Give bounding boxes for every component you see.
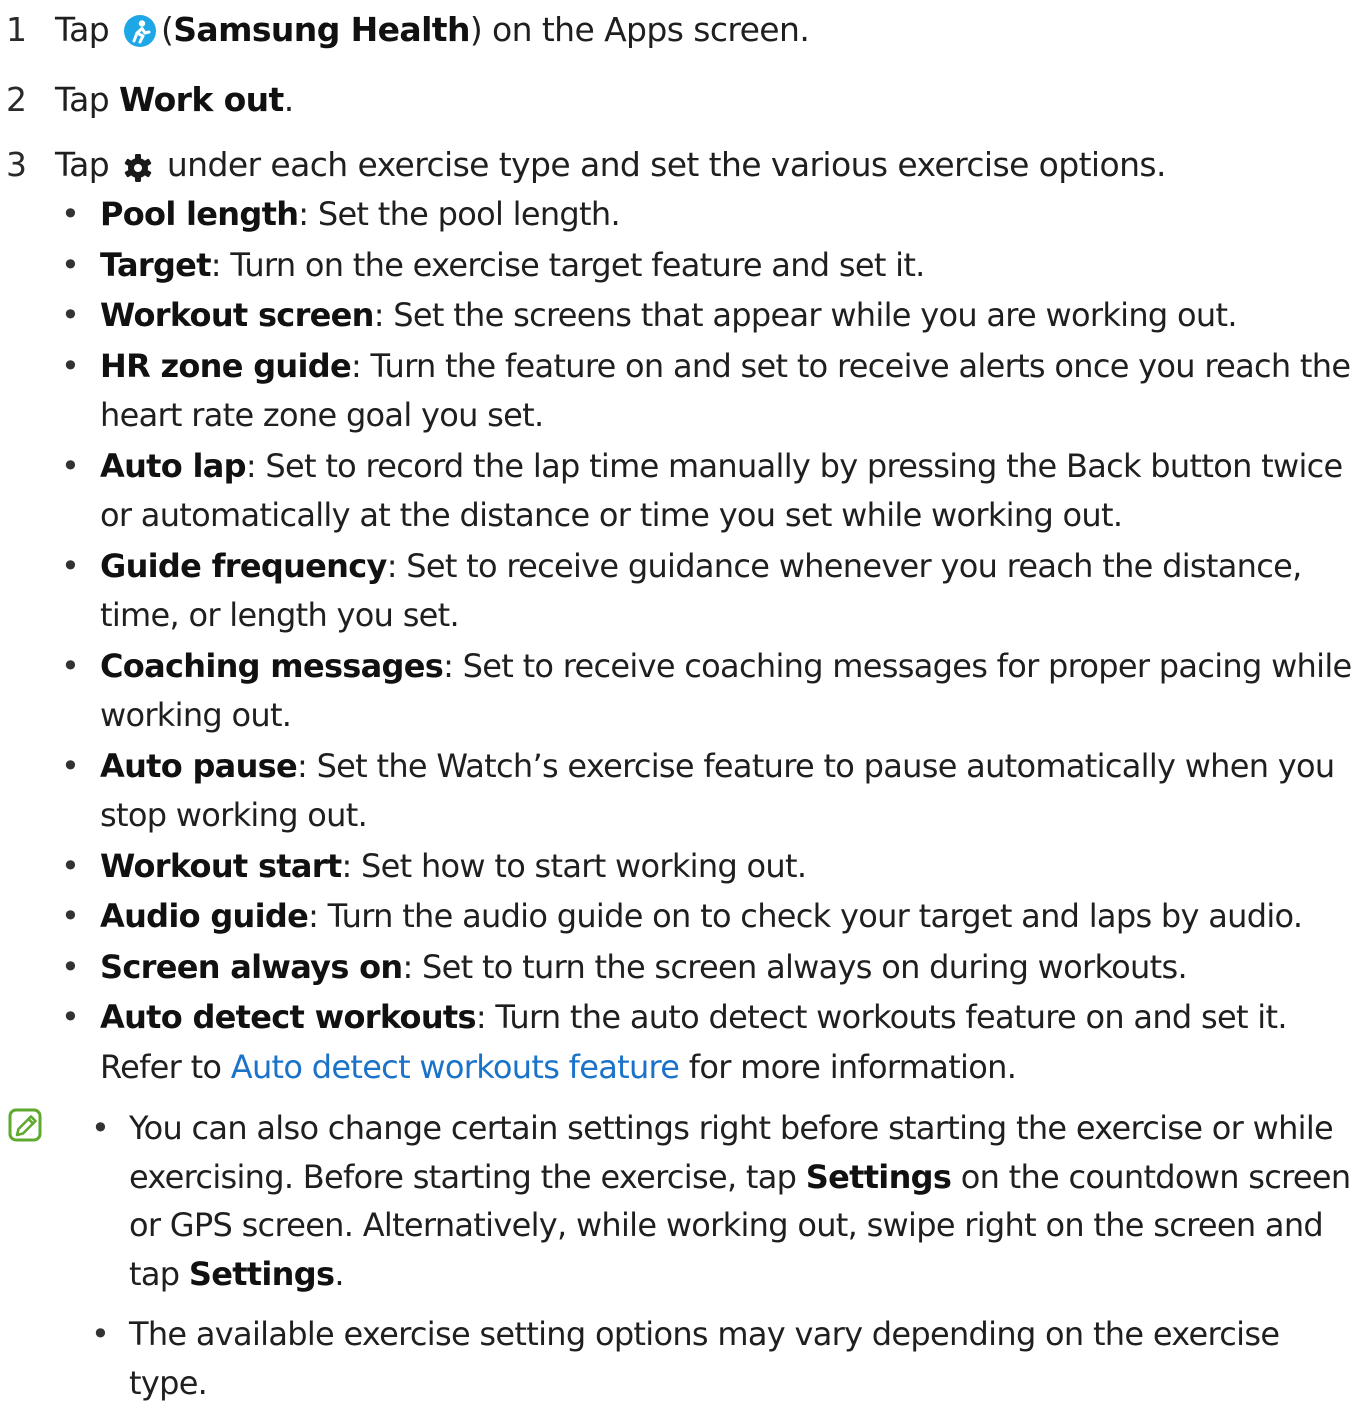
option-name: Auto pause xyxy=(100,746,298,785)
option-desc: : Set to record the lap time manually by… xyxy=(100,446,1343,535)
note-text: . xyxy=(334,1254,344,1293)
exercise-options-list: Pool length: Set the pool length. Target… xyxy=(58,190,1358,1093)
option-name: Guide frequency xyxy=(100,546,387,585)
auto-detect-workouts-link[interactable]: Auto detect workouts feature xyxy=(231,1048,680,1086)
list-item: Coaching messages: Set to receive coachi… xyxy=(58,642,1358,741)
option-name: HR zone guide xyxy=(100,346,352,385)
option-desc: : Set the screens that appear while you … xyxy=(373,296,1238,334)
note-item: You can also change certain settings rig… xyxy=(88,1104,1358,1298)
option-name: Workout screen xyxy=(100,296,374,334)
list-item: Target: Turn on the exercise target feat… xyxy=(58,241,1358,291)
list-item: Screen always on: Set to turn the screen… xyxy=(58,943,1358,993)
option-desc-tail: for more information. xyxy=(688,1047,1017,1086)
note-text: The available exercise setting options m… xyxy=(129,1315,1280,1402)
option-name: Target xyxy=(100,245,211,284)
step-2: 2 Tap Work out. xyxy=(0,75,294,125)
notes-list: You can also change certain settings rig… xyxy=(88,1104,1358,1419)
step-text: Tap xyxy=(55,145,110,184)
option-name: Audio guide xyxy=(100,897,309,935)
step-3: 3 Tap under each exercise type and set th… xyxy=(0,140,1166,197)
list-item: HR zone guide: Turn the feature on and s… xyxy=(58,342,1358,441)
list-item: Auto lap: Set to record the lap time man… xyxy=(58,442,1358,541)
step-number: 1 xyxy=(6,10,27,49)
option-name: Screen always on xyxy=(100,947,403,986)
step-text-tail: . xyxy=(283,80,294,119)
note-pencil-icon xyxy=(8,1108,44,1148)
list-item: Guide frequency: Set to receive guidance… xyxy=(58,542,1358,641)
option-desc: : Turn on the exercise target feature an… xyxy=(210,245,926,284)
step-number: 3 xyxy=(6,145,27,184)
note-item: The available exercise setting options m… xyxy=(88,1310,1358,1407)
list-item: Audio guide: Turn the audio guide on to … xyxy=(58,892,1358,942)
settings-label: Settings xyxy=(188,1254,335,1293)
option-name: Auto detect workouts xyxy=(100,998,477,1036)
work-out-label: Work out xyxy=(118,80,284,119)
list-item: Workout screen: Set the screens that app… xyxy=(58,291,1358,341)
option-name: Coaching messages xyxy=(100,646,444,685)
option-desc: : Set how to start working out. xyxy=(341,846,807,885)
option-name: Pool length xyxy=(100,195,299,233)
option-desc: : Set to turn the screen always on durin… xyxy=(402,947,1187,986)
list-item: Pool length: Set the pool length. xyxy=(58,190,1358,240)
step-text-tail: under each exercise type and set the var… xyxy=(166,145,1167,184)
list-item: Workout start: Set how to start working … xyxy=(58,842,1358,892)
samsung-health-app-icon xyxy=(123,12,157,62)
step-text: Tap xyxy=(55,10,110,49)
list-item: Auto detect workouts: Turn the auto dete… xyxy=(58,993,1358,1092)
step-text-tail: on the Apps screen. xyxy=(492,10,810,49)
option-desc: : Turn the audio guide on to check your … xyxy=(308,897,1303,935)
step-text: Tap xyxy=(55,80,110,119)
list-item: Auto pause: Set the Watch’s exercise fea… xyxy=(58,742,1358,841)
settings-label: Settings xyxy=(805,1157,952,1196)
step-1: 1 Tap (Samsung Health) on the Apps screen… xyxy=(0,5,810,62)
step-number: 2 xyxy=(6,80,27,119)
app-name: Samsung Health xyxy=(173,10,470,49)
option-name: Workout start xyxy=(100,846,342,885)
option-name: Auto lap xyxy=(100,446,247,485)
option-desc: : Set the pool length. xyxy=(298,195,620,233)
